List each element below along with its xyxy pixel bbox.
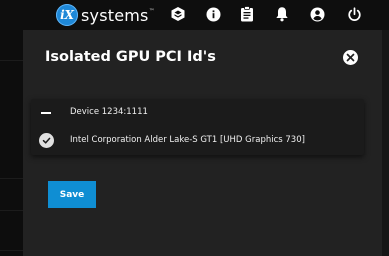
top-toolbar: iX systems ™ bbox=[0, 0, 389, 30]
gpu-option-device-1234[interactable]: Device 1234:1111 bbox=[31, 99, 364, 127]
bell-icon[interactable] bbox=[273, 5, 291, 23]
background-page-strip bbox=[0, 30, 23, 256]
ix-logo-mark: iX bbox=[56, 4, 78, 26]
logo-trademark: ™ bbox=[148, 8, 155, 15]
gpu-option-intel-uhd-730[interactable]: Intel Corporation Alder Lake-S GT1 [UHD … bbox=[31, 127, 364, 155]
close-button[interactable] bbox=[343, 50, 358, 65]
power-icon[interactable] bbox=[345, 5, 363, 23]
unselected-dash-icon bbox=[39, 105, 54, 120]
dialog-title: Isolated GPU PCI Id's bbox=[45, 49, 216, 65]
info-icon[interactable] bbox=[204, 5, 222, 23]
checkmark-icon bbox=[39, 133, 54, 148]
task-manager-icon[interactable] bbox=[238, 5, 256, 23]
gpu-option-label: Intel Corporation Alder Lake-S GT1 [UHD … bbox=[70, 135, 305, 145]
save-button[interactable]: Save bbox=[48, 181, 96, 208]
logo-wordmark: systems bbox=[81, 5, 149, 25]
ixsystems-logo[interactable]: iX systems ™ bbox=[56, 4, 155, 26]
close-icon bbox=[346, 53, 355, 62]
truecommand-icon[interactable] bbox=[169, 5, 187, 23]
background-page-edge bbox=[382, 30, 389, 256]
gpu-option-label: Device 1234:1111 bbox=[70, 107, 148, 117]
gpu-selection-list: Device 1234:1111 Intel Corporation Alder… bbox=[31, 99, 364, 155]
account-icon[interactable] bbox=[308, 5, 326, 23]
isolated-gpu-dialog: Isolated GPU PCI Id's Device 1234:1111 I… bbox=[23, 30, 382, 256]
